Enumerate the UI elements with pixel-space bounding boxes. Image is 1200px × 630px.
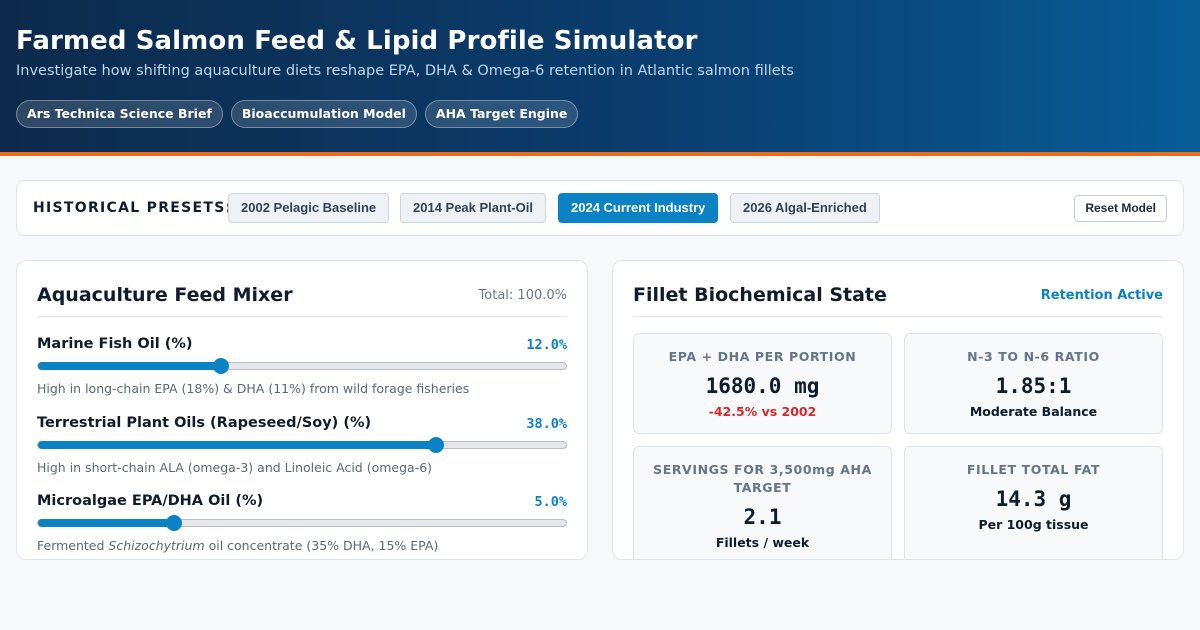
header-badges: Ars Technica Science Brief Bioaccumulati…: [16, 100, 579, 128]
stat-label: SERVINGS FOR 3,500mg AHA TARGET: [653, 462, 872, 495]
page-header: Farmed Salmon Feed & Lipid Profile Simul…: [0, 0, 1200, 156]
stat-value: 14.3 g: [995, 487, 1072, 511]
stat-n3-n6-ratio: N-3 TO N-6 RATIO 1.85:1 Moderate Balance: [904, 333, 1163, 434]
reset-model-button[interactable]: Reset Model: [1074, 195, 1167, 222]
stat-value: 1680.0 mg: [705, 374, 820, 398]
fish-oil-slider-fill: [38, 362, 222, 370]
fish-oil-desc: High in long-chain EPA (18%) & DHA (11%)…: [37, 381, 470, 396]
stat-label: EPA + DHA PER PORTION: [668, 349, 857, 364]
algae-oil-slider-thumb[interactable]: [165, 515, 182, 531]
feed-mixer-panel: Aquaculture Feed Mixer Total: 100.0% Mar…: [16, 260, 588, 560]
stat-value: 2.1: [743, 505, 782, 529]
algae-oil-label: Microalgae EPA/DHA Oil (%): [37, 493, 264, 509]
plant-oil-slider-fill: [38, 441, 436, 449]
algae-oil-desc: Fermented Schizochytrium oil concentrate…: [37, 538, 438, 553]
plant-oil-label: Terrestrial Plant Oils (Rapeseed/Soy) (%…: [37, 415, 372, 431]
page-title: Farmed Salmon Feed & Lipid Profile Simul…: [16, 26, 698, 56]
stat-note: Fillets / week: [715, 535, 810, 550]
stat-note: Per 100g tissue: [978, 517, 1089, 532]
stat-epa-dha: EPA + DHA PER PORTION 1680.0 mg -42.5% v…: [633, 333, 892, 434]
algae-desc-prefix: Fermented: [37, 538, 109, 553]
algae-oil-slider[interactable]: [37, 515, 567, 531]
fish-oil-label: Marine Fish Oil (%): [37, 336, 193, 352]
fish-oil-slider-thumb[interactable]: [213, 358, 230, 374]
divider: [633, 316, 1163, 317]
stat-note: Moderate Balance: [969, 404, 1098, 419]
preset-2014-button[interactable]: 2014 Peak Plant-Oil: [400, 193, 546, 223]
page-subtitle: Investigate how shifting aquaculture die…: [16, 63, 794, 79]
divider: [37, 316, 567, 317]
preset-2024-button[interactable]: 2024 Current Industry: [558, 193, 719, 223]
badge-bioaccumulation: Bioaccumulation Model: [230, 100, 417, 128]
plant-oil-slider-thumb[interactable]: [427, 437, 444, 453]
plant-oil-value: 38.0%: [526, 416, 567, 432]
stat-servings: SERVINGS FOR 3,500mg AHA TARGET 2.1 Fill…: [633, 446, 892, 559]
fillet-title: Fillet Biochemical State: [633, 284, 887, 306]
stat-note: -42.5% vs 2002: [708, 404, 817, 419]
algae-oil-value: 5.0%: [534, 494, 567, 510]
stat-total-fat: FILLET TOTAL FAT 14.3 g Per 100g tissue: [904, 446, 1163, 559]
stat-value: 1.85:1: [995, 374, 1072, 398]
algae-oil-slider-fill: [38, 519, 174, 527]
stat-label: N-3 TO N-6 RATIO: [967, 349, 1100, 364]
badge-science-brief: Ars Technica Science Brief: [16, 100, 223, 128]
fish-oil-value: 12.0%: [526, 337, 567, 353]
preset-2026-button[interactable]: 2026 Algal-Enriched: [730, 193, 880, 223]
preset-2002-button[interactable]: 2002 Pelagic Baseline: [228, 193, 390, 223]
mixer-total: Total: 100.0%: [478, 288, 567, 303]
retention-status: Retention Active: [1040, 288, 1163, 303]
algae-desc-species: Schizochytrium: [108, 538, 205, 553]
fish-oil-slider[interactable]: [37, 358, 567, 374]
mixer-title: Aquaculture Feed Mixer: [37, 284, 293, 306]
algae-desc-suffix: oil concentrate (35% DHA, 15% EPA): [204, 538, 439, 553]
presets-bar: HISTORICAL PRESETS: 2002 Pelagic Baselin…: [16, 180, 1184, 236]
fillet-state-panel: Fillet Biochemical State Retention Activ…: [612, 260, 1184, 560]
stat-label: FILLET TOTAL FAT: [966, 462, 1101, 477]
plant-oil-desc: High in short-chain ALA (omega-3) and Li…: [37, 460, 433, 475]
badge-aha-target: AHA Target Engine: [424, 100, 579, 128]
presets-label: HISTORICAL PRESETS:: [33, 200, 233, 216]
plant-oil-slider[interactable]: [37, 437, 567, 453]
